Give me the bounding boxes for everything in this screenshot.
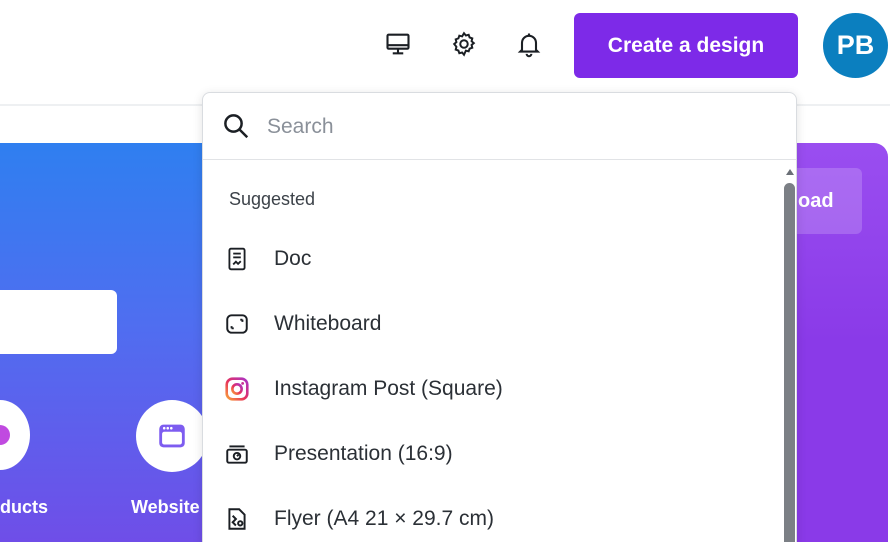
- suggestion-label: Whiteboard: [274, 312, 382, 335]
- suggested-section-title: Suggested: [229, 189, 316, 209]
- whiteboard-icon: [223, 310, 251, 338]
- search-input[interactable]: [267, 105, 767, 149]
- category-websites-label[interactable]: Website: [131, 497, 205, 518]
- banner-search-input[interactable]: [0, 290, 117, 354]
- gear-icon[interactable]: [446, 26, 482, 62]
- top-header: Create a design PB: [0, 0, 890, 92]
- category-websites-icon[interactable]: [136, 400, 208, 472]
- doc-icon: [223, 245, 251, 273]
- canva-home: oad ducts Website Create a design PB Sea…: [0, 0, 890, 542]
- search-icon: [224, 114, 249, 139]
- instagram-icon: [223, 375, 251, 403]
- scrollbar-thumb[interactable]: [784, 183, 795, 542]
- desktop-icon[interactable]: [380, 26, 416, 62]
- bell-icon[interactable]: [511, 26, 547, 62]
- create-design-button[interactable]: Create a design: [574, 13, 798, 78]
- suggestion-presentation[interactable]: Presentation (16:9): [203, 425, 778, 483]
- suggestion-label: Flyer (A4 21 × 29.7 cm): [274, 507, 494, 530]
- upload-button[interactable]: oad: [796, 168, 862, 234]
- scroll-up-arrow[interactable]: [786, 169, 794, 175]
- suggestion-whiteboard[interactable]: Whiteboard: [203, 295, 778, 353]
- upload-button-label: oad: [798, 189, 834, 212]
- dropdown-search-row: [203, 93, 796, 160]
- header-divider: [0, 104, 205, 106]
- website-icon: [159, 424, 185, 448]
- presentation-icon: [223, 440, 251, 468]
- avatar[interactable]: PB: [823, 13, 888, 78]
- flyer-icon: [223, 505, 251, 533]
- suggestion-instagram-post[interactable]: Instagram Post (Square): [203, 360, 778, 418]
- header-divider-right: [796, 104, 890, 106]
- suggestion-label: Doc: [274, 247, 312, 270]
- suggestion-label: Presentation (16:9): [274, 442, 453, 465]
- suggestion-label: Instagram Post (Square): [274, 377, 503, 400]
- category-products-label[interactable]: ducts: [0, 497, 70, 518]
- suggestion-doc[interactable]: Doc: [203, 230, 778, 288]
- suggestion-flyer[interactable]: Flyer (A4 21 × 29.7 cm): [203, 490, 778, 542]
- create-design-dropdown: Suggested Doc Whiteboard: [202, 92, 797, 542]
